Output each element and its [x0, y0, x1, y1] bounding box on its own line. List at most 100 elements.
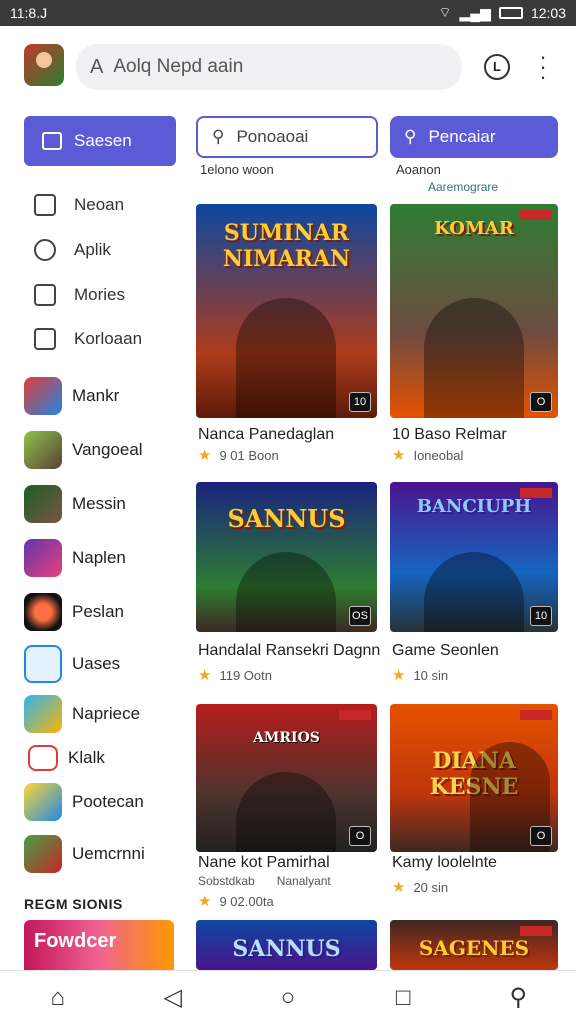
message-icon	[42, 132, 62, 150]
game-card-image[interactable]: SUMINAR NIMARAN 10	[196, 204, 377, 418]
movie-icon	[34, 284, 56, 306]
game-card-title[interactable]: Nane kot Pamirhal	[198, 854, 330, 872]
app-icon	[24, 593, 62, 631]
bookmark-icon	[34, 194, 56, 216]
card-badge: OS	[349, 606, 371, 626]
card-badge: 10	[530, 606, 552, 626]
star-icon: ★	[198, 447, 212, 464]
sidebar-app-pootecan[interactable]: Pootecan	[24, 782, 144, 822]
subtitle-right: Aoanon	[396, 162, 441, 177]
search-placeholder: Aolq Nepd aain	[113, 56, 244, 77]
sidebar-primary-button[interactable]: Saesen	[24, 116, 176, 166]
bottom-navigation: ⌂ ◁ ○ □ ⚲	[0, 970, 576, 1024]
game-art-title: SAGENES	[418, 936, 530, 960]
search-button-outline[interactable]: ⚲ Ponoaoai	[196, 116, 378, 158]
status-time-left: 11:8.J	[10, 5, 48, 21]
search-button-filled[interactable]: ⚲ Pencaiar	[390, 116, 558, 158]
game-art-title: SANNUS	[232, 936, 341, 962]
game-hero-figure	[236, 772, 336, 852]
promo-text: Fowdcer	[34, 930, 117, 952]
game-card-meta: ★ 9 01 Boon	[198, 446, 279, 464]
search-button-label: Pencaiar	[428, 127, 496, 146]
sidebar-app-label: Messin	[72, 494, 126, 513]
game-card-sub: Sobstdkab Nanalyant	[198, 874, 331, 888]
sidebar-item-aplik[interactable]: Aplik	[34, 235, 111, 265]
game-card-meta: ★ 10 sin	[392, 666, 448, 684]
sidebar-item-label: Aplik	[74, 240, 111, 259]
search-icon[interactable]: ⚲	[498, 983, 538, 1012]
app-icon	[24, 835, 62, 873]
card-badge: O	[530, 392, 552, 412]
game-card-title[interactable]: Game Seonlen	[392, 642, 499, 660]
star-icon: ★	[392, 667, 406, 684]
card-tag	[520, 710, 552, 720]
game-card-image[interactable]: SAGENES	[390, 920, 558, 970]
app-icon	[28, 745, 58, 771]
app-icon	[24, 539, 62, 577]
search-icon: ⚲	[404, 127, 417, 146]
home-circle-icon[interactable]: ○	[268, 984, 308, 1012]
star-icon: ★	[198, 893, 212, 910]
search-icon: A	[90, 55, 104, 78]
sidebar-app-label: Vangoeal	[72, 440, 143, 459]
game-card-title[interactable]: Kamy loolelnte	[392, 854, 497, 872]
game-card-sub-right: Nanalyant	[276, 874, 331, 888]
document-icon	[24, 645, 62, 683]
sidebar-item-neoan[interactable]: Neoan	[34, 190, 124, 220]
game-card-image[interactable]: SANNUS	[196, 920, 377, 970]
status-time-right: 12:03	[530, 5, 566, 21]
sidebar-app-label: Uases	[72, 654, 121, 673]
sidebar-app-mankr[interactable]: Mankr	[24, 376, 119, 416]
sidebar-app-label: Mankr	[72, 386, 120, 405]
sidebar-item-label: Mories	[74, 285, 126, 304]
sidebar-app-uemcrnni[interactable]: Uemcrnni	[24, 834, 145, 874]
more-options-icon[interactable]: · · ·	[536, 46, 550, 88]
game-card-rating: 119 Ootn	[219, 667, 272, 683]
game-art-title: BANCIUPH	[416, 496, 532, 517]
sidebar-app-peslan[interactable]: Peslan	[24, 592, 124, 632]
card-tag	[520, 926, 552, 936]
sidebar-app-klalk[interactable]: Klalk	[24, 738, 105, 778]
game-card-meta: ★ 119 Ootn	[198, 666, 272, 684]
sidebar-app-napriece[interactable]: Napriece	[24, 694, 140, 734]
history-icon[interactable]: L	[484, 54, 510, 80]
game-card-title[interactable]: 10 Baso Relmar	[392, 426, 507, 444]
top-bar: A Aolq Nepd aain L · · ·	[0, 26, 576, 110]
game-card-meta: ★ 9 02.00ta	[198, 892, 274, 910]
game-card-title[interactable]: Nanca Panedaglan	[198, 426, 334, 444]
app-icon	[24, 431, 62, 469]
sidebar-app-vangoeal[interactable]: Vangoeal	[24, 430, 143, 470]
game-card-image[interactable]: BANCIUPH 10	[390, 482, 558, 632]
sidebar-app-label: Uemcrnni	[72, 844, 145, 863]
card-tag	[339, 710, 371, 720]
section-title: REGM SIONIS	[24, 896, 123, 912]
game-card-rating: Ioneobal	[413, 447, 464, 463]
sidebar-app-label: Peslan	[72, 602, 124, 621]
game-card-image[interactable]: KOMAR O	[390, 204, 558, 418]
mail-icon	[34, 328, 56, 350]
back-icon[interactable]: ◁	[153, 983, 193, 1012]
sidebar-primary-label: Saesen	[74, 131, 132, 150]
game-card-rating: 20 sin	[413, 879, 449, 895]
game-card-image[interactable]: DIANA KESNE O	[390, 704, 558, 852]
home-icon[interactable]: ⌂	[38, 984, 78, 1012]
sidebar-item-mories[interactable]: Mories	[34, 280, 125, 310]
wifi-icon: ⌔	[438, 4, 452, 20]
subtitle-left: 1elono woon	[200, 162, 274, 177]
app-avatar-icon[interactable]	[24, 44, 64, 86]
status-right: ⌔ ▂▄▆ 12:03	[438, 4, 566, 22]
sidebar-item-label: Korloaan	[74, 329, 143, 348]
search-input[interactable]: A Aolq Nepd aain	[76, 44, 462, 90]
game-card-title[interactable]: Handalal Ransekri Dagnn	[198, 642, 380, 660]
card-badge: O	[349, 826, 371, 846]
sidebar-app-uases[interactable]: Uases	[24, 644, 120, 684]
sidebar-app-messin[interactable]: Messin	[24, 484, 126, 524]
game-card-image[interactable]: SANNUS OS	[196, 482, 377, 632]
promo-banner[interactable]: Fowdcer	[24, 920, 174, 976]
recents-icon[interactable]: □	[383, 984, 423, 1012]
game-art-title: KOMAR	[434, 218, 514, 239]
game-art-title: SUMINAR NIMARAN	[222, 220, 351, 272]
game-card-image[interactable]: AMRIOS O	[196, 704, 377, 852]
sidebar-item-korloaan[interactable]: Korloaan	[34, 324, 142, 354]
sidebar-app-naplen[interactable]: Naplen	[24, 538, 126, 578]
